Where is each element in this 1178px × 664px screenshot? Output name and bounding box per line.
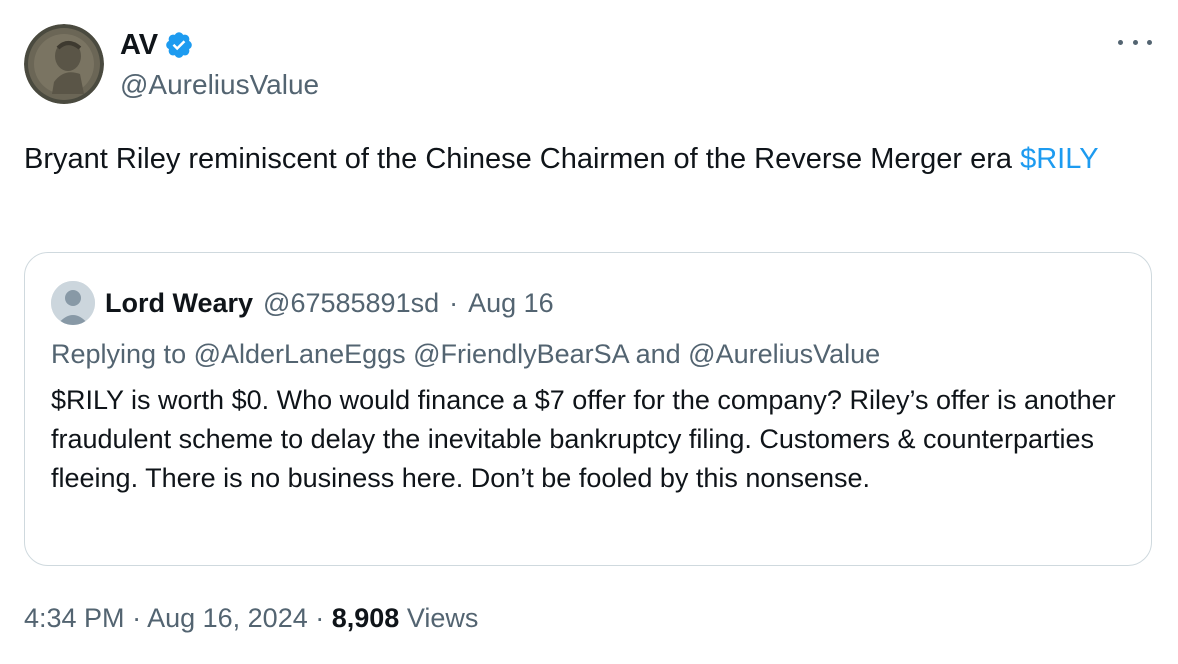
quoted-author-handle[interactable]: @67585891sd: [263, 288, 439, 319]
replying-to: Replying to @AlderLaneEggs @FriendlyBear…: [51, 339, 881, 369]
author-avatar[interactable]: [24, 24, 104, 104]
cashtag-link[interactable]: $RILY: [1020, 143, 1098, 175]
tweet-meta: 4:34 PM · Aug 16, 2024 · 8,908 Views: [24, 603, 478, 634]
tweet-date[interactable]: Aug 16, 2024: [147, 603, 308, 633]
quoted-tweet-header: Lord Weary @67585891sd · Aug 16: [51, 281, 554, 325]
meta-separator: ·: [307, 603, 332, 633]
author-block: AV @AureliusValue: [120, 28, 319, 102]
tweet-time[interactable]: 4:34 PM: [24, 603, 125, 633]
author-handle[interactable]: @AureliusValue: [120, 68, 319, 102]
separator-dot: ·: [449, 287, 459, 318]
quoted-tweet-text: $RILY is worth $0. Who would finance a $…: [51, 385, 1116, 493]
tweet: AV @AureliusValue Bryant Riley reminisce…: [0, 0, 1178, 664]
views-count: 8,908: [331, 603, 400, 633]
default-avatar-icon[interactable]: [51, 281, 95, 325]
verified-badge-icon[interactable]: [164, 30, 194, 60]
tweet-text-main: Bryant Riley reminiscent of the Chinese …: [24, 143, 1021, 175]
more-horizontal-icon[interactable]: [1118, 30, 1152, 54]
more-dot: [1132, 39, 1138, 45]
quoted-tweet-date[interactable]: Aug 16: [468, 288, 554, 319]
meta-separator: ·: [124, 603, 148, 633]
tweet-text: Bryant Riley reminiscent of the Chinese …: [24, 136, 1154, 182]
author-display-name[interactable]: AV: [120, 28, 158, 62]
coin-avatar-icon: [24, 24, 104, 104]
more-dot: [1147, 39, 1152, 45]
quoted-author-name[interactable]: Lord Weary: [105, 288, 253, 319]
author-name-row: AV: [120, 28, 319, 62]
quoted-tweet[interactable]: Lord Weary @67585891sd · Aug 16 Replying…: [24, 252, 1152, 566]
views-label: Views: [399, 603, 479, 633]
more-dot: [1118, 39, 1123, 45]
